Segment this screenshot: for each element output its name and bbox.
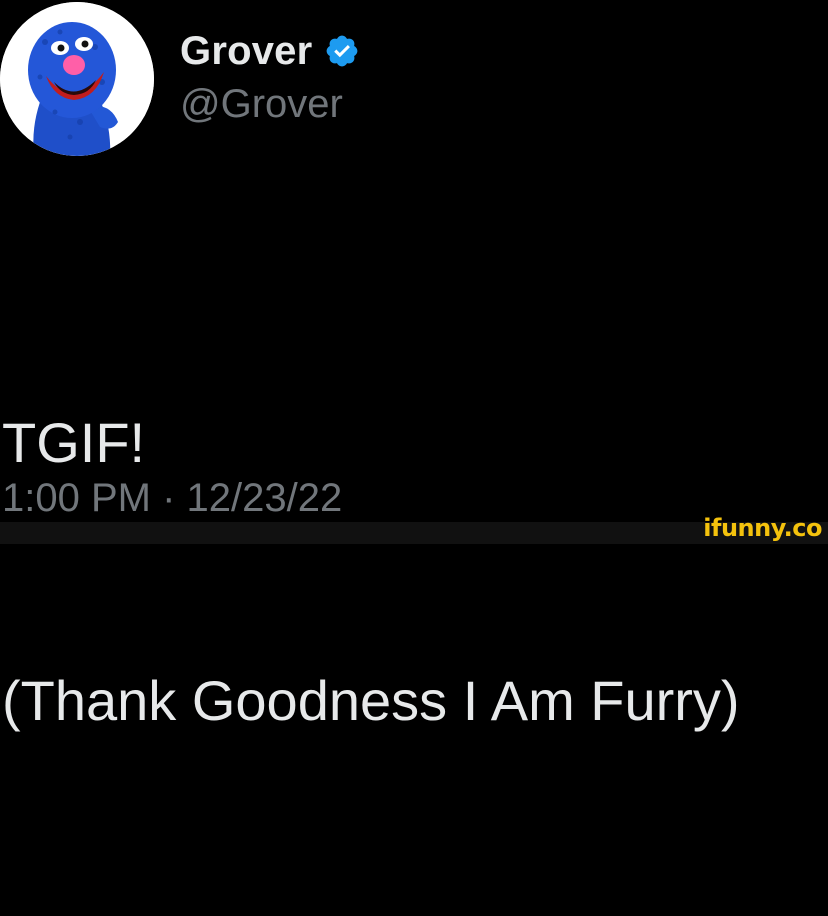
name-row: Grover	[180, 28, 360, 74]
tweet-text: TGIF! (Thank Goodness I Am Furry)	[2, 228, 740, 916]
tweet-line-1: TGIF!	[2, 411, 146, 474]
avatar[interactable]	[0, 2, 154, 156]
grover-avatar	[0, 2, 154, 156]
ifunny-watermark: ifunny.co	[703, 514, 822, 542]
verified-badge-icon	[327, 35, 358, 67]
display-name[interactable]: Grover	[180, 29, 312, 74]
timestamp-separator: ·	[162, 476, 176, 520]
tweet-timestamp[interactable]: 1:00 PM · 12/23/22	[2, 476, 342, 521]
tweet-line-2: (Thank Goodness I Am Furry)	[2, 669, 740, 732]
tweet-time: 1:00 PM	[2, 476, 151, 520]
user-handle[interactable]: @Grover	[180, 82, 343, 127]
tweet-date: 12/23/22	[186, 476, 343, 520]
